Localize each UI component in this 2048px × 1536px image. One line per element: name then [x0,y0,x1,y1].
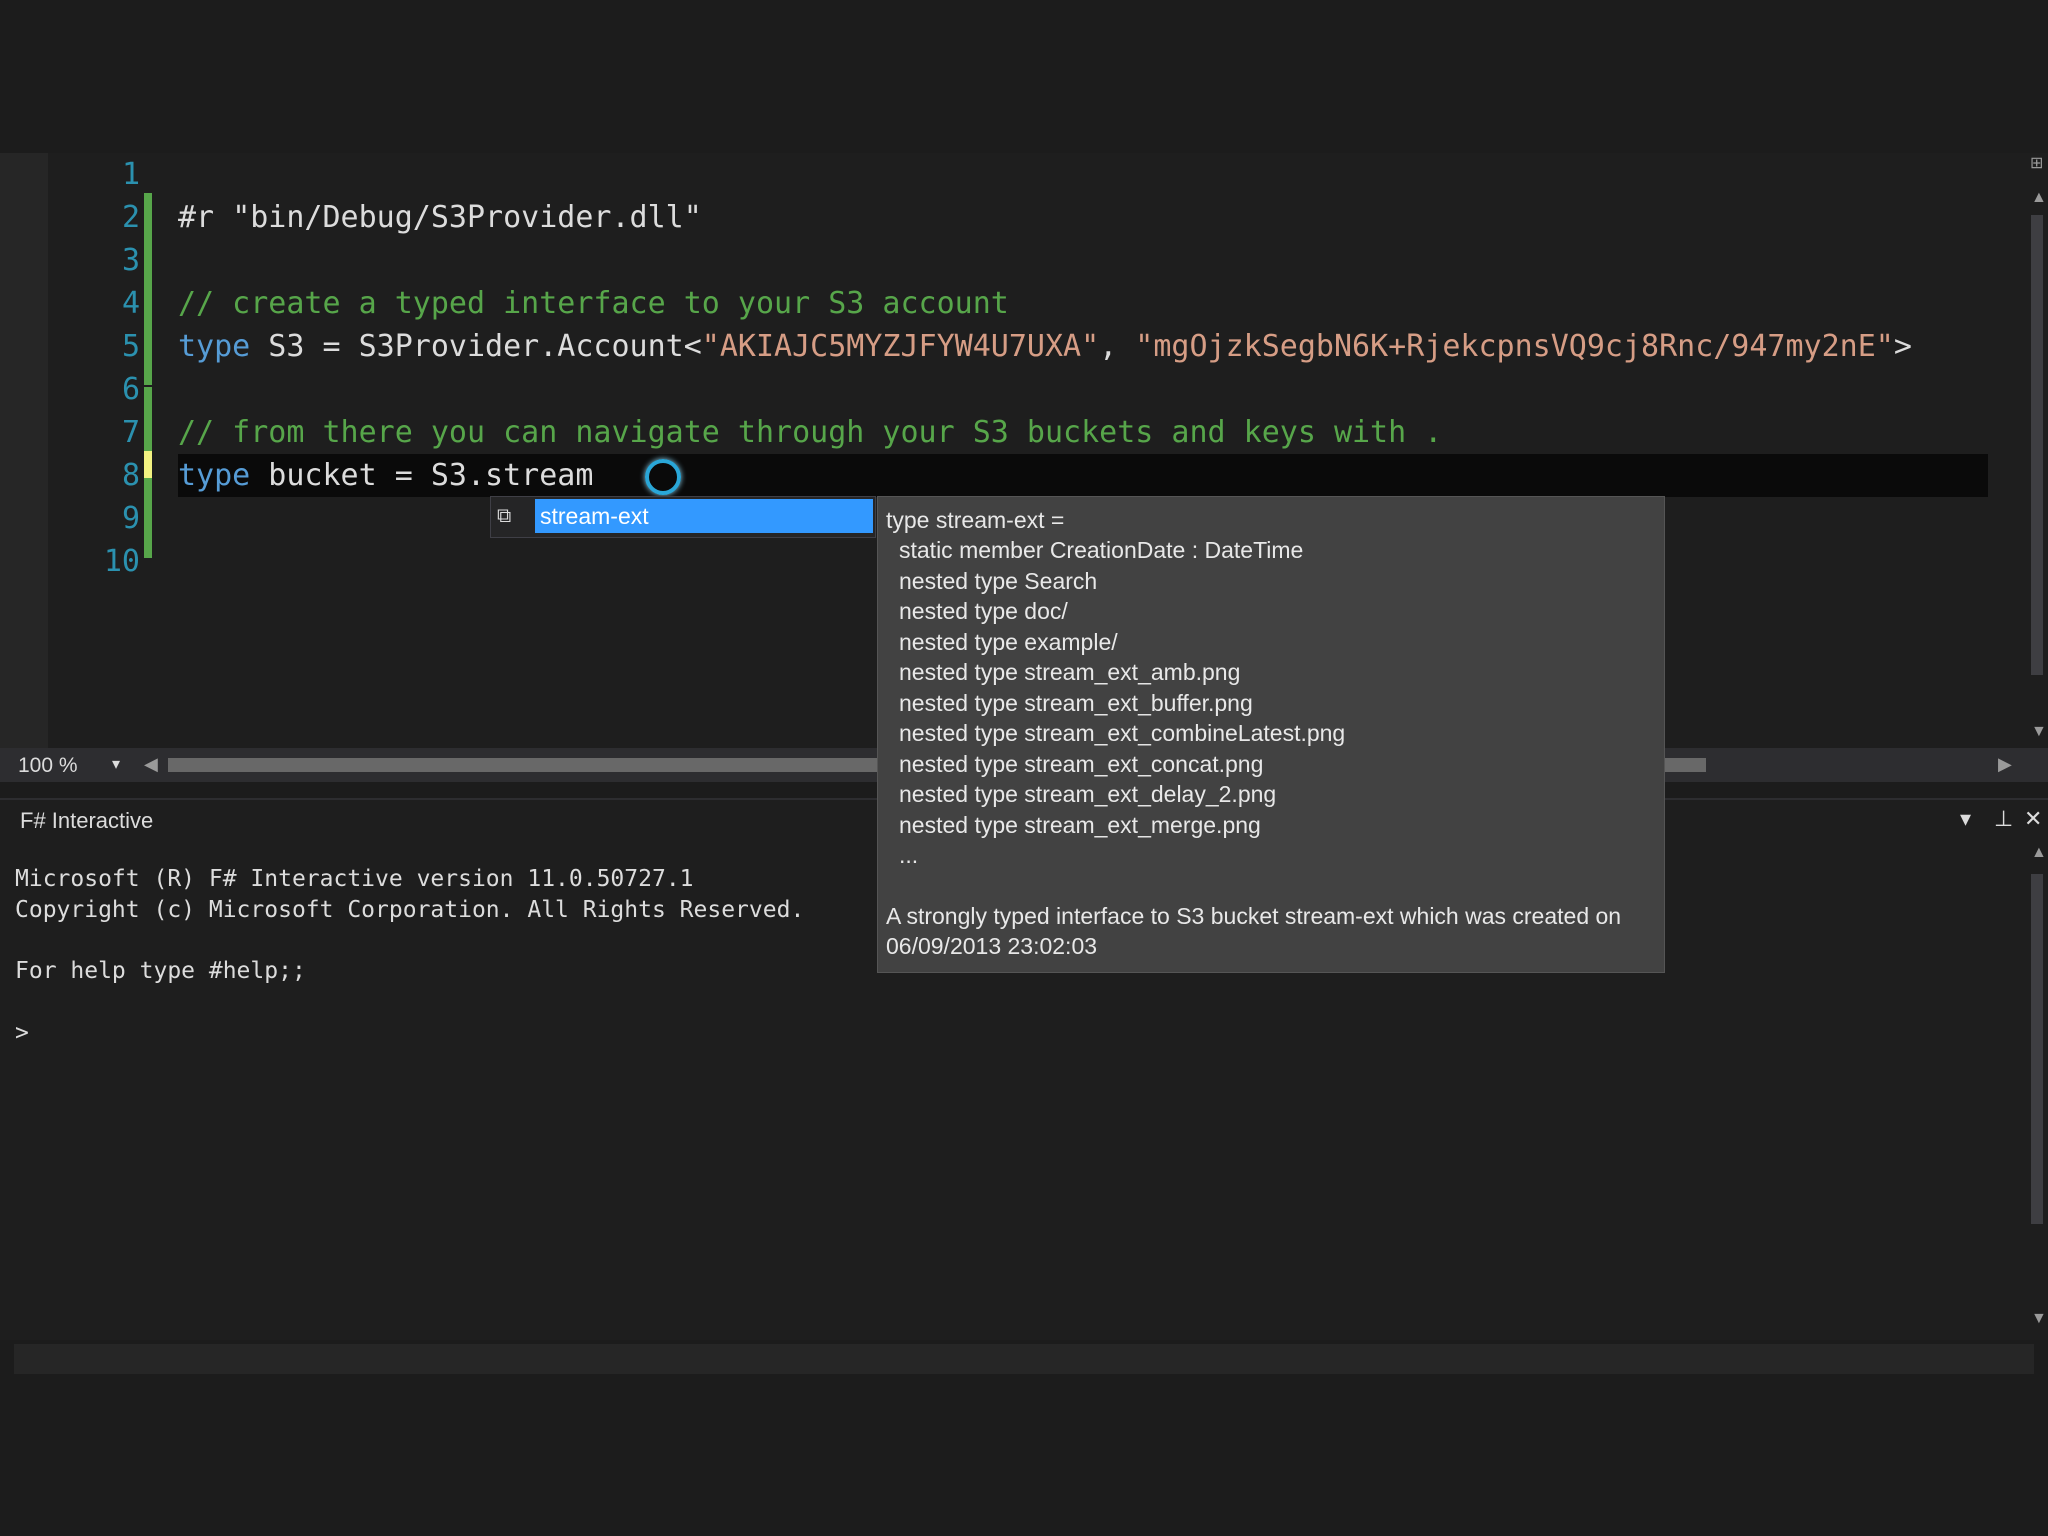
code-line[interactable]: // from there you can navigate through y… [178,411,1988,454]
tooltip-member: nested type stream_ext_delay_2.png [899,781,1277,807]
background [0,1380,2048,1536]
line-number: 8 [121,458,140,493]
line-number: 5 [121,329,140,364]
completion-item[interactable]: stream-ext [535,499,873,533]
editor-gutter [0,153,48,755]
fsi-output-line: For help type #help;; [15,958,306,984]
fsi-horizontal-scrollbar[interactable] [14,1344,2034,1374]
tooltip-header: type stream-ext = [886,507,1065,533]
code-line[interactable]: // create a typed interface to your S3 a… [178,282,1988,325]
scroll-down-icon[interactable]: ▼ [2031,1310,2047,1328]
code-token: #r [178,200,233,235]
code-line[interactable] [178,239,1988,282]
scroll-up-icon[interactable]: ▲ [2031,189,2047,207]
fsi-output-line: Microsoft (R) F# Interactive version 11.… [15,866,694,892]
change-tracking-bar [144,478,152,528]
scroll-up-icon[interactable]: ▲ [2031,844,2047,862]
tooltip-member: nested type stream_ext_concat.png [899,751,1264,777]
scrollbar-thumb[interactable] [2031,215,2043,675]
line-number: 9 [121,501,140,536]
scroll-down-icon[interactable]: ▼ [2031,723,2047,741]
change-tracking-bar [144,528,152,558]
fsi-prompt[interactable]: > [15,1020,29,1046]
code-line[interactable] [178,368,1988,411]
fsi-output-line: Copyright (c) Microsoft Corporation. All… [15,897,805,923]
tooltip-member: nested type doc/ [899,598,1068,624]
change-tracking-bar [144,451,152,478]
string-token: "mgOjzkSegbN6K+RjekcpnsVQ9cj8Rnc/947my2n… [1135,329,1894,364]
keyword-token: type [178,458,251,493]
type-icon: ⧉ [497,505,512,527]
keyword-token: type [178,329,251,364]
chevron-down-icon[interactable]: ▾ [112,754,120,774]
split-icon[interactable]: ⊞ [2030,153,2043,173]
change-tracking-bar [144,193,152,279]
code-token: , [1099,329,1136,364]
scroll-left-icon[interactable]: ◀ [144,754,158,775]
tooltip-member: static member CreationDate : DateTime [899,537,1304,563]
code-token: bucket = S3.stream [250,458,594,493]
tooltip-member: nested type Search [899,568,1098,594]
tooltip-member: nested type stream_ext_combineLatest.png [899,720,1346,746]
line-number: 3 [121,243,140,278]
scroll-right-icon[interactable]: ▶ [1998,754,2012,775]
zoom-level[interactable]: 100 % [18,754,78,778]
comment-token: // create a typed interface to your S3 a… [178,286,1009,321]
window-position-dropdown-icon[interactable]: ▾ [1960,806,1971,832]
tooltip-member: nested type stream_ext_merge.png [899,812,1261,838]
fsi-panel-title: F# Interactive [20,808,154,833]
code-token: "bin/Debug/S3Provider.dll" [232,200,702,235]
line-number: 1 [121,157,140,192]
change-tracking-bar [144,279,152,385]
line-number: 6 [121,372,140,407]
scrollbar-thumb[interactable] [2031,874,2043,1224]
tooltip-description: A strongly typed interface to S3 bucket … [886,903,1622,959]
tooltip-member: ... [899,842,919,868]
tooltip-member: nested type stream_ext_amb.png [899,659,1241,685]
busy-spinner-icon [645,458,682,495]
tooltip-member: nested type stream_ext_buffer.png [899,690,1253,716]
editor-vertical-scrollbar[interactable]: ⊞ ▲ ▼ [2026,153,2048,755]
completion-list[interactable]: ⧉ stream-ext [490,496,876,538]
fsi-vertical-scrollbar[interactable]: ▲ ▼ [2026,840,2048,1340]
code-token: > [1893,329,1912,364]
line-number: 10 [103,544,140,579]
line-number: 7 [121,415,140,450]
string-token: "AKIAJC5MYZJFYW4U7UXA" [701,329,1100,364]
code-line[interactable]: type bucket = S3.stream [178,454,1988,497]
code-line[interactable] [178,153,1988,196]
line-number: 2 [121,200,140,235]
comment-token: // from there you can navigate through y… [178,415,1443,450]
quick-info-tooltip: type stream-ext = static member Creation… [877,496,1665,973]
line-number: 4 [121,286,140,321]
code-line[interactable]: type S3 = S3Provider.Account<"AKIAJC5MYZ… [178,325,1988,368]
close-icon[interactable]: ✕ [2024,806,2042,832]
code-line[interactable]: #r "bin/Debug/S3Provider.dll" [178,196,1988,239]
tooltip-member: nested type example/ [899,629,1118,655]
pin-icon[interactable]: ⊥ [1994,806,2013,832]
line-numbers: 1 2 3 4 5 6 7 8 9 10 [60,153,140,583]
code-token: S3 = S3Provider.Account< [250,329,702,364]
